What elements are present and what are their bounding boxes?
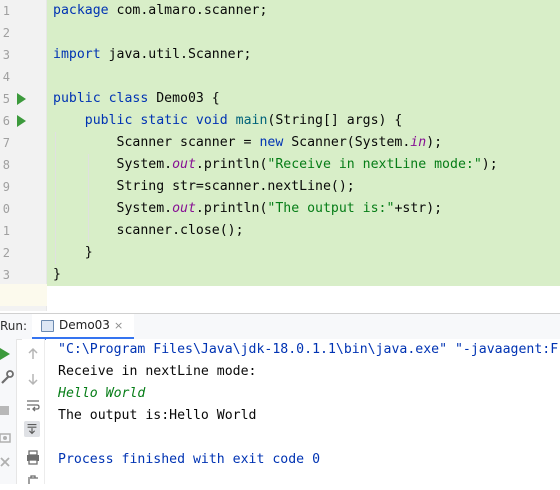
code-token: "The output is:" [267,201,395,216]
code-token: import [53,47,109,62]
line-number: 1 [2,4,10,18]
code-token: com.almaro.scanner; [116,3,268,18]
trash-icon[interactable] [25,474,41,490]
code-line: public class Demo03 { [47,88,560,110]
line-number-gutter: 12345678901234 [0,0,46,311]
line-number: 8 [2,158,10,172]
code-token: System. [53,201,173,216]
line-number: 1 [2,224,10,238]
code-line-text: scanner.close(); [53,220,244,242]
line-number: 6 [2,114,10,128]
code-token: public static void [53,113,236,128]
code-token: .println( [195,201,268,216]
code-line-text: public class Demo03 { [53,88,220,110]
code-token: (String[] args) { [267,113,403,128]
run-panel-header: Run: Demo03 × [0,313,560,340]
run-arrow-icon[interactable] [17,115,26,127]
console-command-line: "C:\Program Files\Java\jdk-18.0.1.1\bin\… [58,342,559,357]
run-arrow-icon[interactable] [17,93,26,105]
arrow-down-icon[interactable] [25,371,41,387]
code-token: +str); [394,201,443,216]
line-number: 0 [2,202,10,216]
code-line: } [47,264,560,286]
code-token: } [53,267,61,282]
code-line: String str=scanner.nextLine(); [47,176,560,198]
code-line-text: public static void main(String[] args) { [53,110,403,132]
stop-icon[interactable] [0,403,16,419]
code-line: System.out.println("Receive in nextLine … [47,154,560,176]
code-token: .println( [195,157,268,172]
console-toolbar [22,339,45,484]
line-number: 3 [2,268,10,282]
run-toolbar [0,339,17,484]
code-token: new [259,135,292,150]
code-area[interactable]: package com.almaro.scanner; import java.u… [47,0,560,311]
code-token: System. [53,157,173,172]
code-token: scanner.close(); [53,223,244,238]
code-line-text: } [53,264,61,286]
console-user-input: Hello World [58,386,146,401]
code-line-text: import java.util.Scanner; [53,44,252,66]
line-number: 3 [2,48,10,62]
code-line-text: String str=scanner.nextLine(); [53,176,355,198]
code-line: import java.util.Scanner; [47,44,560,66]
tab-label: Demo03 [59,318,110,332]
code-token: in [410,135,427,150]
code-token: out [172,157,196,172]
camera-icon[interactable] [0,429,16,445]
line-number: 5 [2,92,10,106]
code-line-text: } [53,242,93,264]
rerun-icon[interactable] [0,346,16,362]
line-number: 2 [2,26,10,40]
line-number: 7 [2,136,10,150]
line-number: 4 [2,70,10,84]
code-line: System.out.println("The output is:"+str)… [47,198,560,220]
code-token: "Receive in nextLine mode:" [267,157,482,172]
console-prompt-line: Receive in nextLine mode: [58,364,257,379]
code-token: package [53,3,117,18]
indent-guide [88,154,89,242]
code-token: main [235,113,268,128]
code-token: String str=scanner.nextLine(); [53,179,355,194]
code-line-text: System.out.println("The output is:"+str)… [53,198,443,220]
code-token: out [172,201,196,216]
line-number: 9 [2,180,10,194]
console-exit-line: Process finished with exit code 0 [58,452,321,467]
console-output[interactable]: "C:\Program Files\Java\jdk-18.0.1.1\bin\… [46,339,560,484]
code-line [47,66,560,88]
arrow-up-icon[interactable] [25,346,41,362]
soft-wrap-icon[interactable] [25,397,41,413]
console-output-line: The output is:Hello World [58,408,257,423]
code-line [47,286,560,308]
code-line-text: Scanner scanner = new Scanner(System.in)… [53,132,443,154]
tools-icon[interactable] [0,455,16,471]
indent-guide [55,132,56,264]
code-token: Demo03 { [156,91,220,106]
console-icon [41,320,54,332]
line-number: 2 [2,246,10,260]
code-token: } [53,245,93,260]
code-line: package com.almaro.scanner; [47,0,560,22]
code-line: scanner.close(); [47,220,560,242]
code-token: public class [53,91,157,106]
code-line: } [47,242,560,264]
print-icon[interactable] [25,450,41,466]
code-token: java.util.Scanner; [108,47,252,62]
code-editor[interactable]: 12345678901234 package com.almaro.scanne… [0,0,560,311]
run-panel-label: Run: [0,319,28,333]
scroll-to-end-icon[interactable] [24,421,40,437]
tab-demo03[interactable]: Demo03 × [32,314,134,340]
close-icon[interactable]: × [114,314,123,337]
code-line-text: package com.almaro.scanner; [53,0,267,22]
code-line: Scanner scanner = new Scanner(System.in)… [47,132,560,154]
code-line [47,22,560,44]
wrench-icon[interactable] [0,369,16,385]
code-token: ); [426,135,443,150]
code-line-text: System.out.println("Receive in nextLine … [53,154,498,176]
code-token: ); [481,157,498,172]
code-token: Scanner(System. [291,135,411,150]
code-line: public static void main(String[] args) { [47,110,560,132]
code-token: Scanner scanner = [53,135,260,150]
